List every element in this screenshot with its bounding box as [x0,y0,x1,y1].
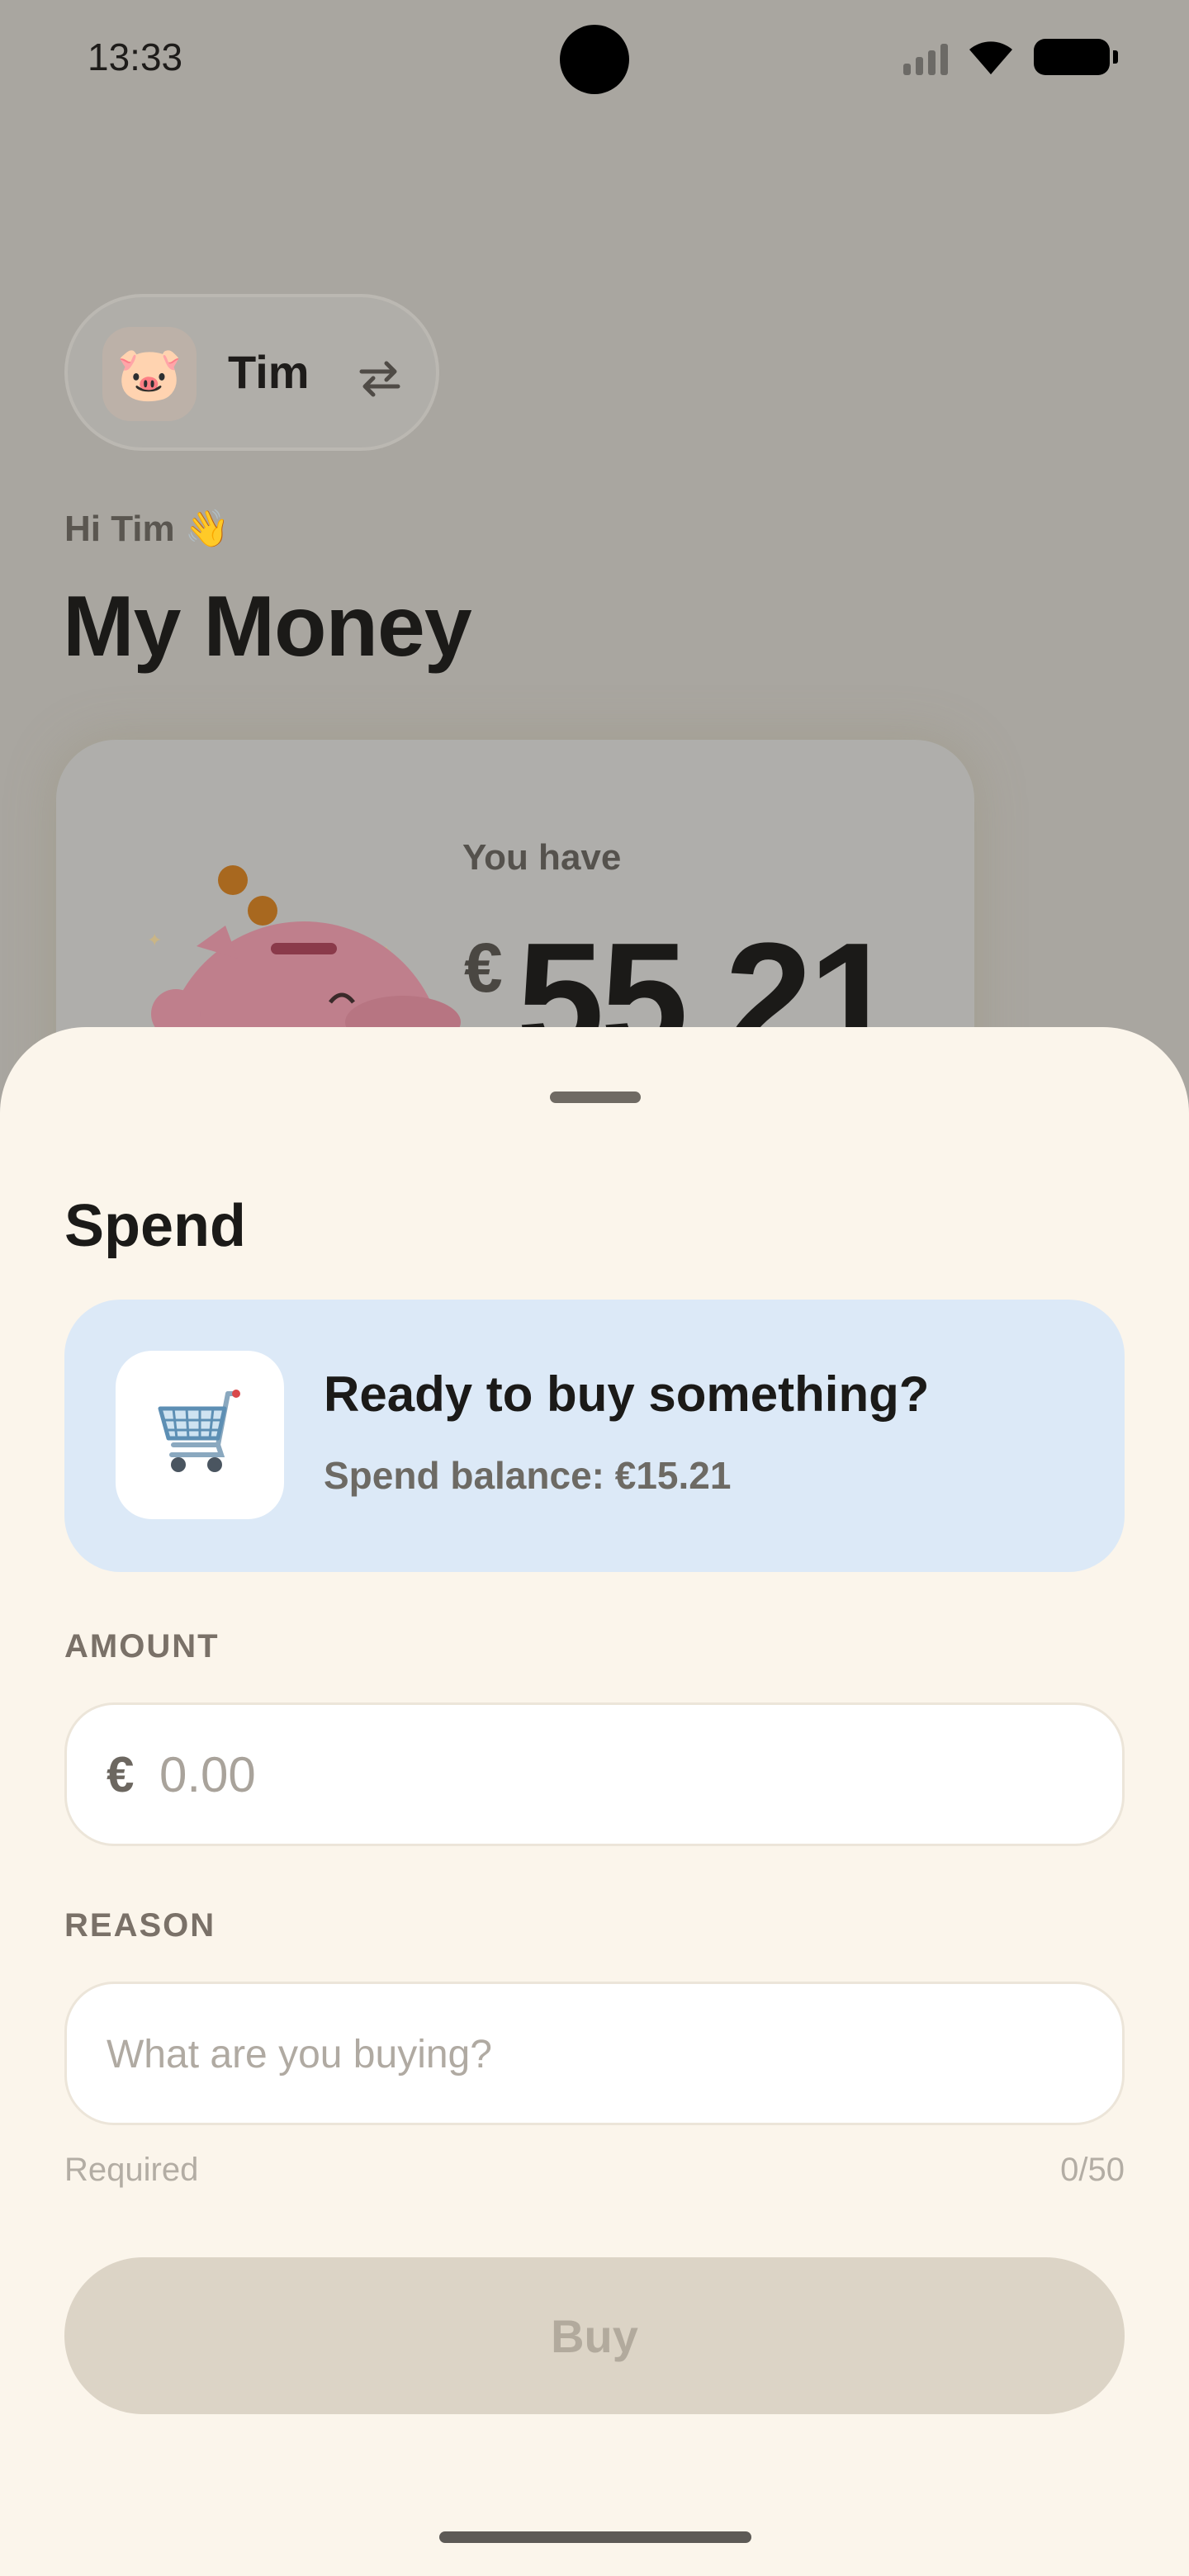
reason-char-counter: 0/50 [1060,2152,1125,2188]
shopping-cart-icon [158,1390,240,1472]
greeting: Hi Tim 👋 [64,509,230,549]
swap-icon [359,361,400,397]
amount-input[interactable]: € 0.00 [64,1702,1125,1846]
profile-switcher[interactable]: 🐷 Tim [64,294,439,451]
page-title: My Money [63,579,472,675]
balance-currency: € [464,929,503,1006]
avatar: 🐷 [102,327,197,421]
camera-cutout [560,25,629,94]
amount-placeholder: 0.00 [159,1747,256,1802]
info-heading: Ready to buy something? [324,1366,930,1422]
reason-helper-text: Required [64,2152,199,2188]
home-indicator[interactable] [439,2531,751,2543]
spend-sheet: Spend Ready to buy something? Spend bala… [0,1027,1189,2576]
profile-name: Tim [228,346,310,398]
cart-tile [116,1351,284,1519]
reason-placeholder: What are you buying? [107,2033,492,2076]
spend-info-card: Ready to buy something? Spend balance: €… [64,1300,1125,1572]
euro-prefix: € [107,1747,135,1802]
svg-text:✦: ✦ [147,930,162,950]
spend-balance-text: Spend balance: €15.21 [324,1454,732,1497]
battery-icon [1034,39,1118,75]
sheet-drag-handle[interactable] [550,1091,641,1103]
status-icons [903,36,1118,78]
amount-label: AMOUNT [64,1628,220,1664]
reason-input[interactable]: What are you buying? [64,1982,1125,2125]
reason-label: REASON [64,1907,216,1944]
wifi-icon [969,41,1012,74]
buy-button[interactable]: Buy [64,2257,1125,2414]
balance-label: You have [462,837,622,878]
status-time: 13:33 [88,36,183,78]
signal-icon [903,39,948,75]
sheet-title: Spend [64,1193,247,1259]
